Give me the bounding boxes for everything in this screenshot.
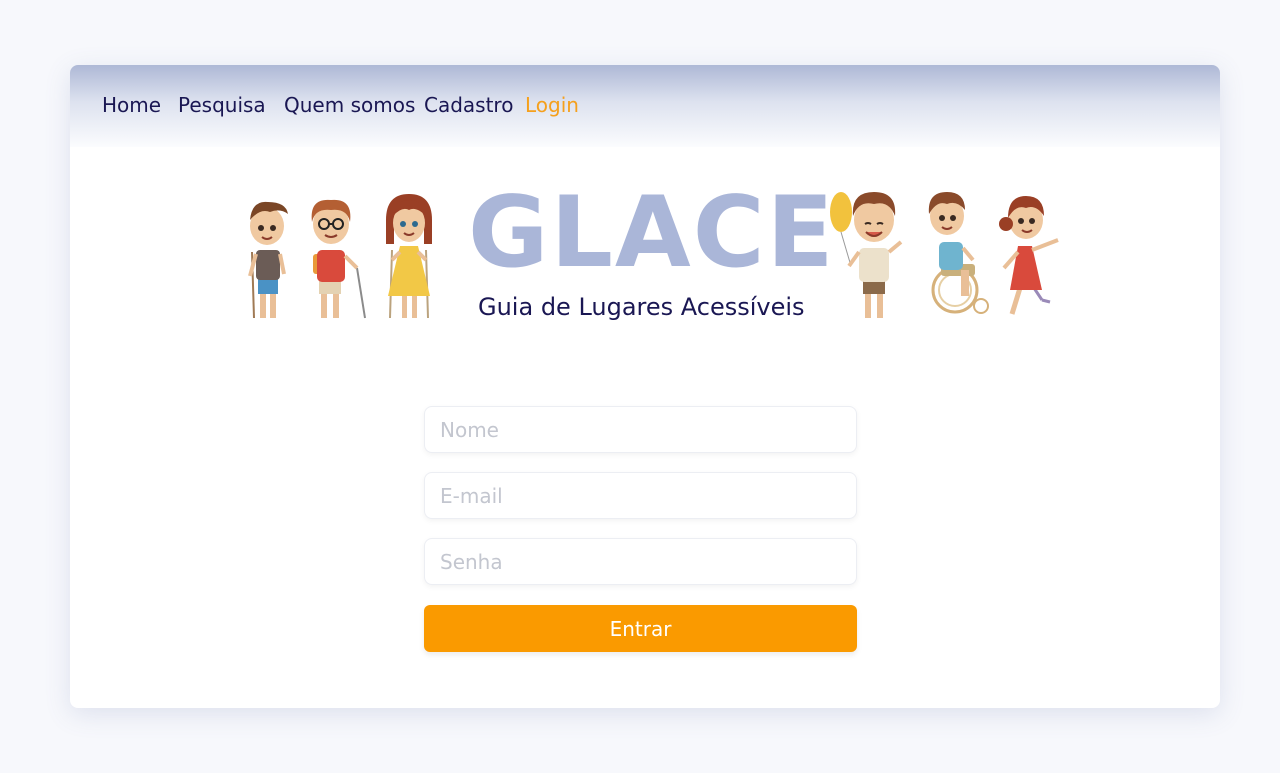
nav-home-link[interactable]: Home (102, 93, 161, 117)
app-subtitle: Guia de Lugares Acessíveis (478, 293, 805, 321)
glace-banner: GLACE Guia de Lugares Acessíveis (235, 184, 1065, 330)
nav-quem-somos-link[interactable]: Quem somos (284, 93, 415, 117)
nav-cadastro-link[interactable]: Cadastro (424, 93, 513, 117)
kid-with-balloon-illustration (830, 192, 903, 318)
app-title: GLACE (468, 176, 836, 290)
kid-with-crutch-illustration (248, 201, 288, 319)
kid-in-wheelchair-illustration (928, 192, 989, 314)
top-navigation: Home Pesquisa Quem somos Cadastro Login (70, 65, 1220, 147)
password-field[interactable] (424, 538, 857, 585)
login-submit-button[interactable]: Entrar (424, 605, 857, 652)
email-field[interactable] (424, 472, 857, 519)
login-form: Entrar (424, 406, 857, 652)
nav-pesquisa-link[interactable]: Pesquisa (178, 93, 266, 117)
name-field[interactable] (424, 406, 857, 453)
kid-with-cane-illustration (311, 199, 366, 319)
girl-with-crutches-illustration (386, 194, 432, 319)
girl-with-prosthetic-leg-illustration (999, 196, 1059, 315)
main-card: Home Pesquisa Quem somos Cadastro Login (70, 65, 1220, 708)
nav-login-link[interactable]: Login (525, 93, 579, 117)
